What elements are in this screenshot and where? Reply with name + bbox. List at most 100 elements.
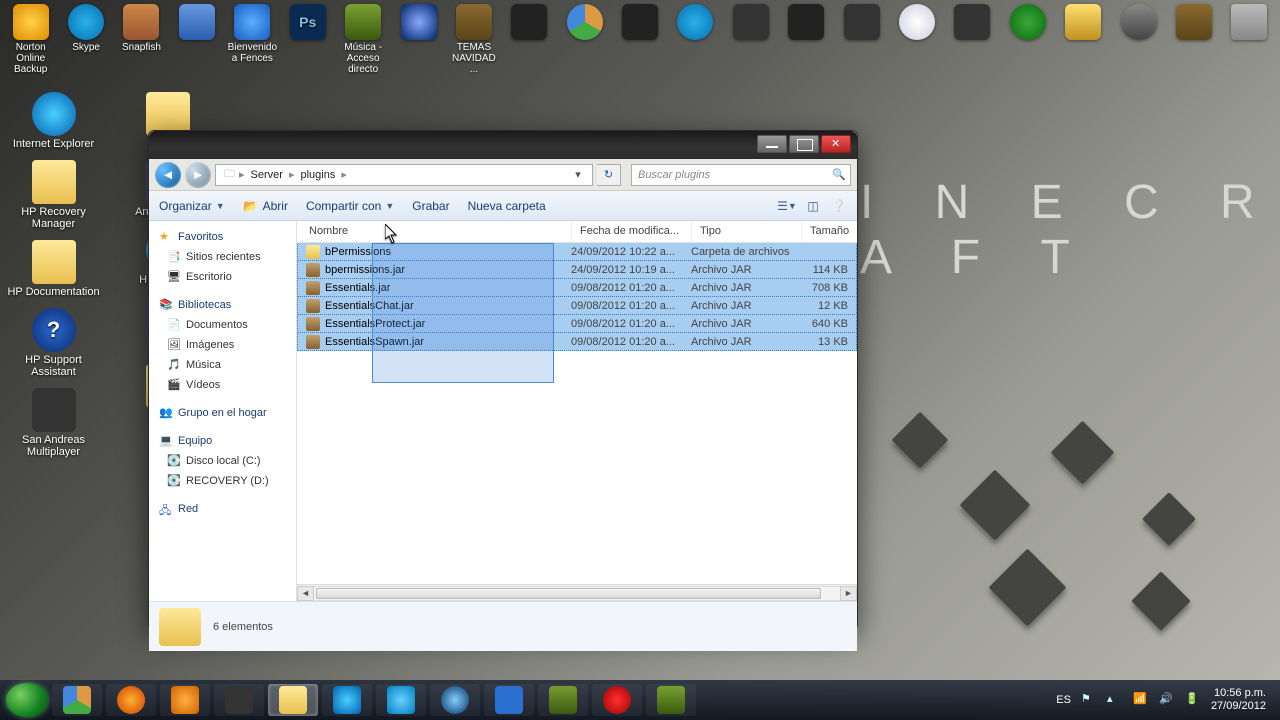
view-options-button[interactable]: ☰ ▼ (779, 198, 795, 214)
dock-item-avatar2[interactable] (948, 4, 997, 42)
sidebar-musica[interactable]: 🎵Música (149, 355, 296, 375)
dock-item-ps[interactable]: Ps (283, 4, 332, 42)
dock-item-itunes[interactable] (394, 4, 443, 42)
taskbar-app-check[interactable] (484, 684, 534, 716)
file-row[interactable]: EssentialsProtect.jar09/08/2012 01:20 a.… (297, 314, 857, 333)
desktop-icon-hprecovery[interactable]: HP Recovery Manager (6, 160, 101, 230)
taskbar-app-firefox[interactable] (106, 684, 156, 716)
file-row[interactable]: EssentialsChat.jar09/08/2012 01:20 a...A… (297, 296, 857, 315)
dock-item-gta[interactable] (726, 4, 775, 42)
taskbar-app-safari[interactable] (430, 684, 480, 716)
sidebar-equipo[interactable]: 💻Equipo (149, 431, 296, 451)
dock-item-word[interactable] (172, 4, 221, 42)
dock-item-disc[interactable] (615, 4, 664, 42)
preview-pane-button[interactable]: ◫ (805, 198, 821, 214)
taskbar-app-chrome[interactable] (52, 684, 102, 716)
search-input[interactable]: Buscar plugins 🔍 (631, 164, 851, 186)
toolbar-abrir[interactable]: 📂Abrir (243, 198, 288, 214)
dock-item-avatar[interactable] (837, 4, 886, 42)
sidebar-sitios-recientes[interactable]: 📑Sitios recientes (149, 247, 296, 267)
taskbar-clock[interactable]: 10:56 p.m. 27/09/2012 (1211, 687, 1266, 712)
start-button[interactable] (6, 683, 48, 717)
toolbar-compartir[interactable]: Compartir con ▼ (306, 199, 394, 213)
breadcrumb-dropdown[interactable]: ▾ (570, 168, 586, 181)
dock-item-norton[interactable]: Norton Online Backup (6, 4, 55, 75)
file-row[interactable]: EssentialsSpawn.jar09/08/2012 01:20 a...… (297, 332, 857, 351)
toolbar-nueva-carpeta[interactable]: Nueva carpeta (468, 199, 546, 213)
minimize-button[interactable] (757, 135, 787, 153)
tray-expand-icon[interactable]: ▴ (1107, 692, 1123, 708)
sidebar-red[interactable]: 🖧Red (149, 499, 296, 519)
dock-item-wmp[interactable]: Bienvenido a Fences (228, 4, 277, 64)
desktop-icon-samp[interactable]: San Andreas Multiplayer (6, 388, 101, 458)
sidebar-documentos[interactable]: 📄Documentos (149, 315, 296, 335)
horizontal-scrollbar[interactable]: ◄ ► (297, 584, 857, 601)
dock-item-steam[interactable] (782, 4, 831, 42)
help-button[interactable]: ❔ (831, 198, 847, 214)
dock-item-snapfish[interactable]: Snapfish (117, 4, 166, 53)
file-rows[interactable]: bPermissions24/09/2012 10:22 a...Carpeta… (297, 243, 857, 584)
scroll-right-button[interactable]: ► (840, 586, 857, 601)
taskbar-app-gta[interactable] (214, 684, 264, 716)
back-button[interactable]: ◄ (155, 162, 181, 188)
taskbar-app-minecraft[interactable] (538, 684, 588, 716)
forward-button[interactable]: ► (185, 162, 211, 188)
volume-icon[interactable]: 🔊 (1159, 692, 1175, 708)
sidebar-hogar[interactable]: 👥Grupo en el hogar (149, 403, 296, 423)
toolbar-grabar[interactable]: Grabar (412, 199, 449, 213)
scroll-left-button[interactable]: ◄ (297, 586, 314, 601)
taskbar-app-wmp[interactable] (160, 684, 210, 716)
column-tipo[interactable]: Tipo (692, 221, 802, 242)
desktop-icon-hpdoc[interactable]: HP Documentation (6, 240, 101, 298)
dock-item-bolt[interactable] (892, 4, 941, 42)
breadcrumb-seg-plugins[interactable]: plugins (296, 169, 339, 181)
dock-item-99[interactable]: Música - Acceso directo (338, 4, 387, 75)
dock-item-skype[interactable]: Skype (61, 4, 110, 53)
column-tamano[interactable]: Tamaño (802, 221, 857, 242)
dock-item-navidad[interactable]: TEMAS NAVIDAD ... (449, 4, 498, 75)
desktop-icon-ie[interactable]: Internet Explorer (6, 92, 101, 150)
dock-item-gear[interactable] (1114, 4, 1163, 42)
sidebar-bibliotecas[interactable]: 📚Bibliotecas (149, 295, 296, 315)
battery-icon[interactable]: 🔋 (1185, 692, 1201, 708)
refresh-button[interactable]: ↻ (597, 164, 621, 186)
column-nombre[interactable]: Nombre (301, 221, 572, 242)
column-fecha[interactable]: Fecha de modifica... (572, 221, 692, 242)
file-row[interactable]: bpermissions.jar24/09/2012 10:19 a...Arc… (297, 260, 857, 279)
toolbar-organizar[interactable]: Organizar ▼ (159, 199, 225, 213)
desktop-icon-hpsupport[interactable]: ?HP Support Assistant (6, 308, 101, 378)
sidebar-imagenes[interactable]: 🖼Imágenes (149, 335, 296, 355)
dock-item-tools[interactable] (1169, 4, 1218, 42)
dock-item-chrome[interactable] (560, 4, 609, 42)
close-button[interactable] (821, 135, 851, 153)
dock-item-trash[interactable] (1225, 4, 1274, 42)
taskbar-app-hp[interactable] (376, 684, 426, 716)
breadcrumb-bar[interactable]: 🗀 ▸ Server ▸ plugins ▸ ▾ (215, 164, 593, 186)
file-row[interactable]: bPermissions24/09/2012 10:22 a...Carpeta… (297, 243, 857, 261)
language-indicator[interactable]: ES (1056, 694, 1071, 706)
network-icon[interactable]: 📶 (1133, 692, 1149, 708)
breadcrumb-seg-server[interactable]: Server (247, 169, 287, 181)
taskbar-app-explorer[interactable] (268, 684, 318, 716)
file-row[interactable]: Essentials.jar09/08/2012 01:20 a...Archi… (297, 278, 857, 297)
scroll-thumb[interactable] (316, 588, 821, 599)
taskbar-app-ie[interactable] (322, 684, 372, 716)
sidebar-favoritos[interactable]: ★Favoritos (149, 227, 296, 247)
dock-item-utorrent[interactable] (1003, 4, 1052, 42)
desktop-column-1: Internet Explorer HP Recovery Manager HP… (6, 92, 101, 458)
sidebar-recovery-d[interactable]: 💽RECOVERY (D:) (149, 471, 296, 491)
taskbar-app-99[interactable] (646, 684, 696, 716)
scroll-track[interactable] (314, 586, 840, 601)
window-titlebar[interactable] (149, 131, 857, 159)
folder-icon (456, 4, 492, 40)
search-icon[interactable]: 🔍 (832, 168, 846, 181)
action-center-icon[interactable]: ⚑ (1081, 692, 1097, 708)
dock-item-cf[interactable] (505, 4, 554, 42)
dock-item-shield[interactable] (1059, 4, 1108, 42)
sidebar-disco-c[interactable]: 💽Disco local (C:) (149, 451, 296, 471)
taskbar-app-opera[interactable] (592, 684, 642, 716)
sidebar-videos[interactable]: 🎬Vídeos (149, 375, 296, 395)
maximize-button[interactable] (789, 135, 819, 153)
sidebar-escritorio[interactable]: 🖥Escritorio (149, 267, 296, 287)
dock-item-skype2[interactable] (671, 4, 720, 42)
